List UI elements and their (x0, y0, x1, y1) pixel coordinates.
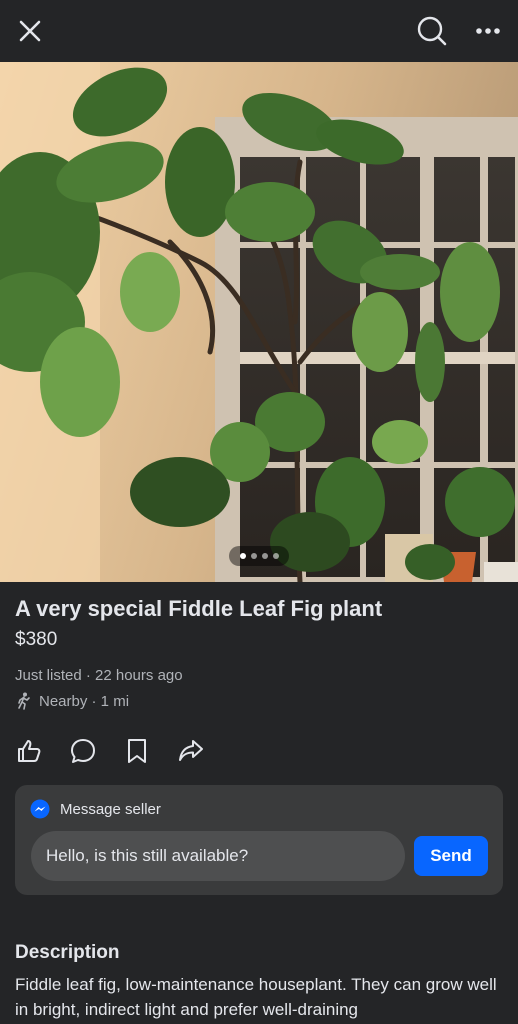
search-icon (417, 16, 447, 46)
message-seller-header: Message seller (30, 799, 161, 819)
pagination-dot (272, 553, 279, 559)
save-button[interactable] (122, 736, 152, 766)
message-seller-card: Message seller Send (15, 785, 503, 895)
pagination-dot (261, 553, 268, 559)
pagination-dot (239, 553, 246, 559)
action-bar (14, 736, 206, 766)
save-icon (128, 739, 146, 763)
description-heading: Description (15, 942, 120, 963)
search-button[interactable] (414, 13, 450, 49)
close-icon (19, 20, 41, 42)
message-seller-label: Message seller (60, 800, 161, 818)
photo-pagination (229, 546, 289, 566)
like-icon (18, 740, 41, 762)
like-button[interactable] (14, 736, 44, 766)
listing-photo[interactable] (0, 62, 518, 582)
close-button[interactable] (12, 13, 48, 49)
listing-price: $380 (15, 629, 58, 650)
messenger-icon (30, 799, 50, 819)
comment-icon (71, 739, 95, 763)
fiddle-leaf-fig-plant-photo (0, 62, 518, 582)
walking-icon (18, 692, 30, 710)
pagination-dot (250, 553, 257, 559)
location-info: Nearby · 1 mi (15, 692, 129, 710)
share-icon (179, 740, 203, 761)
more-icon (476, 28, 500, 34)
share-button[interactable] (176, 736, 206, 766)
send-button[interactable]: Send (414, 836, 488, 876)
more-options-button[interactable] (470, 13, 506, 49)
listed-time: Just listed · 22 hours ago (15, 667, 183, 684)
comment-button[interactable] (68, 736, 98, 766)
location-label: Nearby · 1 mi (39, 692, 130, 710)
description-text: Fiddle leaf fig, low-maintenance housepl… (15, 975, 497, 1019)
listing-title: A very special Fiddle Leaf Fig plant (15, 596, 383, 621)
top-bar (0, 0, 518, 62)
message-input[interactable] (31, 831, 405, 881)
